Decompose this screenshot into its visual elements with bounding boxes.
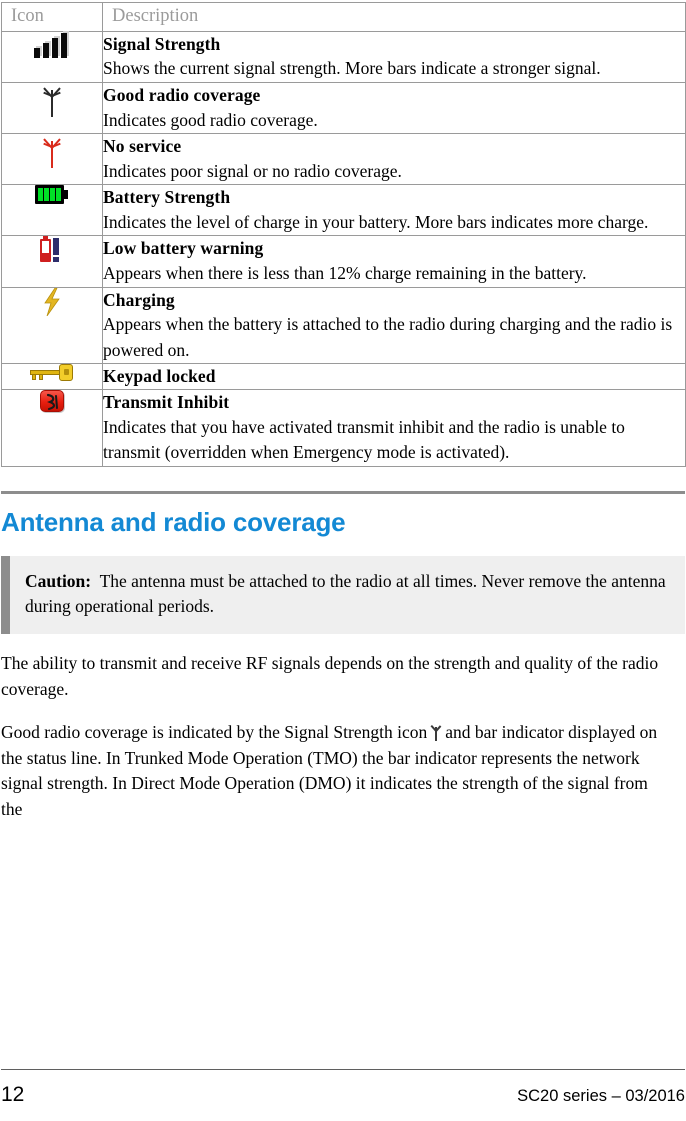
icon-cell [1, 30, 103, 83]
description-cell: Low battery warning Appears when there i… [102, 235, 686, 288]
footer-series-label: SC20 series – 03/2016 [517, 1087, 685, 1105]
icon-cell [1, 132, 103, 186]
icon-title: Signal Strength [103, 33, 221, 54]
transmit-inhibit-icon [40, 390, 64, 413]
icon-cell [1, 363, 103, 391]
low-battery-icon [39, 236, 65, 264]
page-footer: 12 SC20 series – 03/2016 [1, 1068, 685, 1108]
description-cell: No service Indicates poor signal or no r… [102, 132, 686, 186]
paragraph-rf-signals: The ability to transmit and receive RF s… [1, 653, 659, 700]
description-cell: Signal Strength Shows the current signal… [102, 30, 686, 83]
signal-bars-icon [34, 32, 70, 58]
table-row: Good radio coverage Indicates good radio… [1, 81, 686, 134]
antenna-inline-icon [429, 724, 443, 741]
icon-description: Shows the current signal strength. More … [103, 58, 601, 79]
icon-cell [1, 81, 103, 134]
antenna-dark-icon [41, 83, 63, 117]
icon-description: Indicates that you have activated transm… [103, 416, 625, 463]
icon-description: Indicates poor signal or no radio covera… [103, 160, 402, 181]
description-cell: Good radio coverage Indicates good radio… [102, 81, 686, 134]
column-header-icon: Icon [1, 2, 103, 32]
paragraph-good-coverage: Good radio coverage is indicated by the … [1, 720, 673, 823]
caution-label: Caution: [25, 570, 92, 591]
icon-cell [1, 184, 103, 237]
icon-cell [1, 389, 103, 467]
icon-description: Indicates the level of charge in your ba… [103, 212, 649, 232]
description-cell: Transmit Inhibit Indicates that you have… [102, 389, 686, 467]
caution-text: Caution: The antenna must be attached to… [25, 569, 669, 620]
caution-box: Caution: The antenna must be attached to… [1, 555, 685, 635]
table-row: Keypad locked [1, 363, 686, 391]
page-title: Antenna and radio coverage [1, 506, 346, 537]
caution-body: The antenna must be attached to the radi… [25, 570, 666, 616]
icon-cell [1, 235, 103, 288]
footer-rule [1, 1068, 685, 1070]
key-icon [30, 364, 74, 382]
section-divider-rule [1, 490, 685, 494]
column-header-description: Description [102, 2, 686, 32]
battery-full-icon [35, 185, 69, 205]
table-row: Signal Strength Shows the current signal… [1, 30, 686, 83]
icon-title: Charging [103, 289, 175, 310]
description-cell: Battery Strength Indicates the level of … [102, 184, 686, 237]
icon-title: Good radio coverage [103, 84, 261, 105]
table-row: Transmit Inhibit Indicates that you have… [1, 389, 686, 467]
status-icon-table: Icon Description Signal Strength Shows t… [1, 2, 686, 467]
icon-description: Appears when there is less than 12% char… [103, 263, 587, 284]
table-row: Charging Appears when the battery is att… [1, 286, 686, 365]
table-header-row: Icon Description [1, 2, 686, 32]
icon-description: Appears when the battery is attached to … [103, 314, 673, 360]
icon-title: Low battery warning [103, 238, 264, 259]
icon-title: Battery Strength [103, 187, 231, 208]
table-row: Battery Strength Indicates the level of … [1, 184, 686, 237]
page-number: 12 [1, 1083, 25, 1106]
description-cell: Keypad locked [102, 363, 686, 391]
table-row: Low battery warning Appears when there i… [1, 235, 686, 288]
icon-cell [1, 286, 103, 365]
table-row: No service Indicates poor signal or no r… [1, 132, 686, 186]
description-cell: Charging Appears when the battery is att… [102, 286, 686, 365]
document-page: Icon Description Signal Strength Shows t… [0, 2, 686, 1121]
icon-title: No service [103, 135, 182, 156]
icon-description: Indicates good radio coverage. [103, 109, 318, 130]
lightning-bolt-icon [42, 287, 62, 316]
icon-title: Transmit Inhibit [103, 392, 230, 413]
icon-title: Keypad locked [103, 366, 216, 387]
antenna-red-icon [41, 134, 63, 168]
paragraph-text-before-icon: Good radio coverage is indicated by the … [1, 721, 428, 742]
